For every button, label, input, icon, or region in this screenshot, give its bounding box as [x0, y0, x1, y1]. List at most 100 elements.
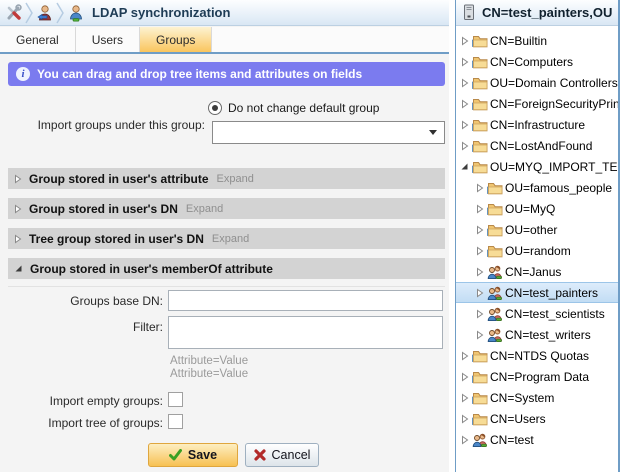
tree-item[interactable]: CN=test_writers [456, 324, 618, 345]
tree-item-label: OU=MyQ [505, 202, 555, 216]
collapsed-arrow-icon[interactable] [459, 57, 470, 67]
tree-item[interactable]: CN=System [456, 387, 618, 408]
tree-item[interactable]: CN=Program Data [456, 366, 618, 387]
ldap-tree: CN=BuiltinCN=Computers OU=Domain Controll… [456, 26, 618, 450]
chevron-down-icon [429, 130, 437, 135]
save-button[interactable]: Save [148, 443, 238, 467]
collapsed-arrow-icon[interactable] [459, 372, 470, 382]
collapsed-arrow-icon[interactable] [474, 330, 485, 340]
collapsed-arrow-icon[interactable] [459, 414, 470, 424]
section-group-dn[interactable]: Group stored in user's DN Expand [8, 198, 445, 219]
collapsed-arrow-icon[interactable] [474, 309, 485, 319]
group-icon [486, 286, 503, 300]
collapsed-arrow-icon[interactable] [474, 246, 485, 256]
tree-item[interactable]: CN=test [456, 429, 618, 450]
expanded-arrow-icon [14, 264, 23, 273]
tab-bar: General Users Groups [0, 27, 449, 54]
section-member-of[interactable]: Group stored in user's memberOf attribut… [8, 258, 445, 279]
folder-icon [471, 34, 488, 48]
groups-base-dn-input[interactable] [168, 290, 443, 311]
tree-item[interactable]: CN=test_painters [456, 282, 618, 303]
tree-item-label: OU=famous_people [505, 181, 612, 195]
tree-item-label: OU=Domain Controllers [490, 76, 618, 90]
breadcrumb-separator [56, 2, 65, 24]
folder-icon [471, 97, 488, 111]
tree-item[interactable]: CN=Users [456, 408, 618, 429]
collapsed-arrow-icon[interactable] [459, 141, 470, 151]
section-title: Tree group stored in user's DN [29, 232, 204, 246]
cancel-button-label: Cancel [272, 448, 311, 462]
folder-icon [471, 391, 488, 405]
info-banner: i You can drag and drop tree items and a… [8, 62, 445, 86]
tree-item[interactable]: CN=Computers [456, 51, 618, 72]
expand-link[interactable]: Expand [217, 173, 254, 185]
tree-item[interactable]: CN=ForeignSecurityPrin [456, 93, 618, 114]
section-title: Group stored in user's DN [29, 202, 178, 216]
tab-general[interactable]: General [0, 27, 76, 52]
tree-item[interactable]: OU=random [456, 240, 618, 261]
collapsed-arrow-icon[interactable] [474, 267, 485, 277]
collapsed-arrow-icon[interactable] [474, 204, 485, 214]
expand-link[interactable]: Expand [212, 233, 249, 245]
tree-item[interactable]: OU=MYQ_IMPORT_TEST [456, 156, 618, 177]
groups-tab-content: i You can drag and drop tree items and a… [0, 54, 449, 472]
tree-item-label: OU=random [505, 244, 571, 258]
tree-item[interactable]: CN=Infrastructure [456, 114, 618, 135]
tree-item-label: CN=System [490, 391, 554, 405]
import-tree-of-groups-checkbox[interactable] [168, 414, 183, 429]
save-button-label: Save [188, 448, 217, 462]
collapsed-arrow-icon[interactable] [459, 393, 470, 403]
filter-textarea[interactable] [168, 316, 443, 349]
cancel-button[interactable]: Cancel [245, 443, 319, 467]
import-empty-groups-checkbox[interactable] [168, 392, 183, 407]
collapsed-arrow-icon[interactable] [459, 78, 470, 88]
tools-icon[interactable] [4, 3, 24, 23]
tree-item[interactable]: CN=Janus [456, 261, 618, 282]
section-group-attribute[interactable]: Group stored in user's attribute Expand [8, 168, 445, 189]
ldap-tree-panel: CN=test_painters,OU CN=BuiltinCN=Compute… [455, 0, 620, 472]
collapsed-arrow-icon [14, 204, 22, 214]
collapsed-arrow-icon[interactable] [459, 36, 470, 46]
section-tree-group-dn[interactable]: Tree group stored in user's DN Expand [8, 228, 445, 249]
default-group-radio[interactable] [208, 101, 222, 115]
expanded-arrow-icon[interactable] [459, 162, 470, 171]
tree-item[interactable]: CN=LostAndFound [456, 135, 618, 156]
collapsed-arrow-icon[interactable] [474, 225, 485, 235]
collapsed-arrow-icon[interactable] [459, 120, 470, 130]
collapsed-arrow-icon[interactable] [474, 288, 485, 298]
info-icon: i [16, 67, 30, 81]
tree-item-label: CN=test_scientists [505, 307, 605, 321]
folder-icon [471, 370, 488, 384]
tree-item[interactable]: OU=famous_people [456, 177, 618, 198]
tree-panel-title: CN=test_painters,OU [482, 5, 612, 20]
default-group-radio-row[interactable]: Do not change default group [208, 101, 379, 115]
collapsed-arrow-icon[interactable] [459, 435, 470, 445]
button-row: Save Cancel [0, 443, 449, 467]
collapsed-arrow-icon[interactable] [459, 351, 470, 361]
user-sync-icon[interactable] [35, 3, 55, 23]
tree-item[interactable]: OU=Domain Controllers [456, 72, 618, 93]
divider [8, 286, 445, 287]
import-group-combobox[interactable] [212, 121, 445, 144]
tree-item[interactable]: CN=test_scientists [456, 303, 618, 324]
tree-item[interactable]: CN=NTDS Quotas [456, 345, 618, 366]
checkmark-icon [169, 449, 182, 461]
tree-item[interactable]: CN=Builtin [456, 30, 618, 51]
expand-link[interactable]: Expand [186, 203, 223, 215]
tree-item-label: CN=Infrastructure [490, 118, 585, 132]
tree-item[interactable]: OU=other [456, 219, 618, 240]
group-icon [471, 433, 488, 447]
section-title: Group stored in user's memberOf attribut… [30, 262, 273, 276]
tree-item-label: CN=Program Data [490, 370, 589, 384]
folder-icon [471, 55, 488, 69]
folder-icon [486, 244, 503, 258]
folder-icon [471, 118, 488, 132]
collapsed-arrow-icon[interactable] [474, 183, 485, 193]
tree-item-label: OU=other [505, 223, 557, 237]
folder-icon [486, 223, 503, 237]
collapsed-arrow-icon[interactable] [459, 99, 470, 109]
tab-groups[interactable]: Groups [140, 27, 212, 52]
tree-item[interactable]: OU=MyQ [456, 198, 618, 219]
import-group-label: Import groups under this group: [30, 118, 205, 133]
tab-users[interactable]: Users [76, 27, 140, 52]
